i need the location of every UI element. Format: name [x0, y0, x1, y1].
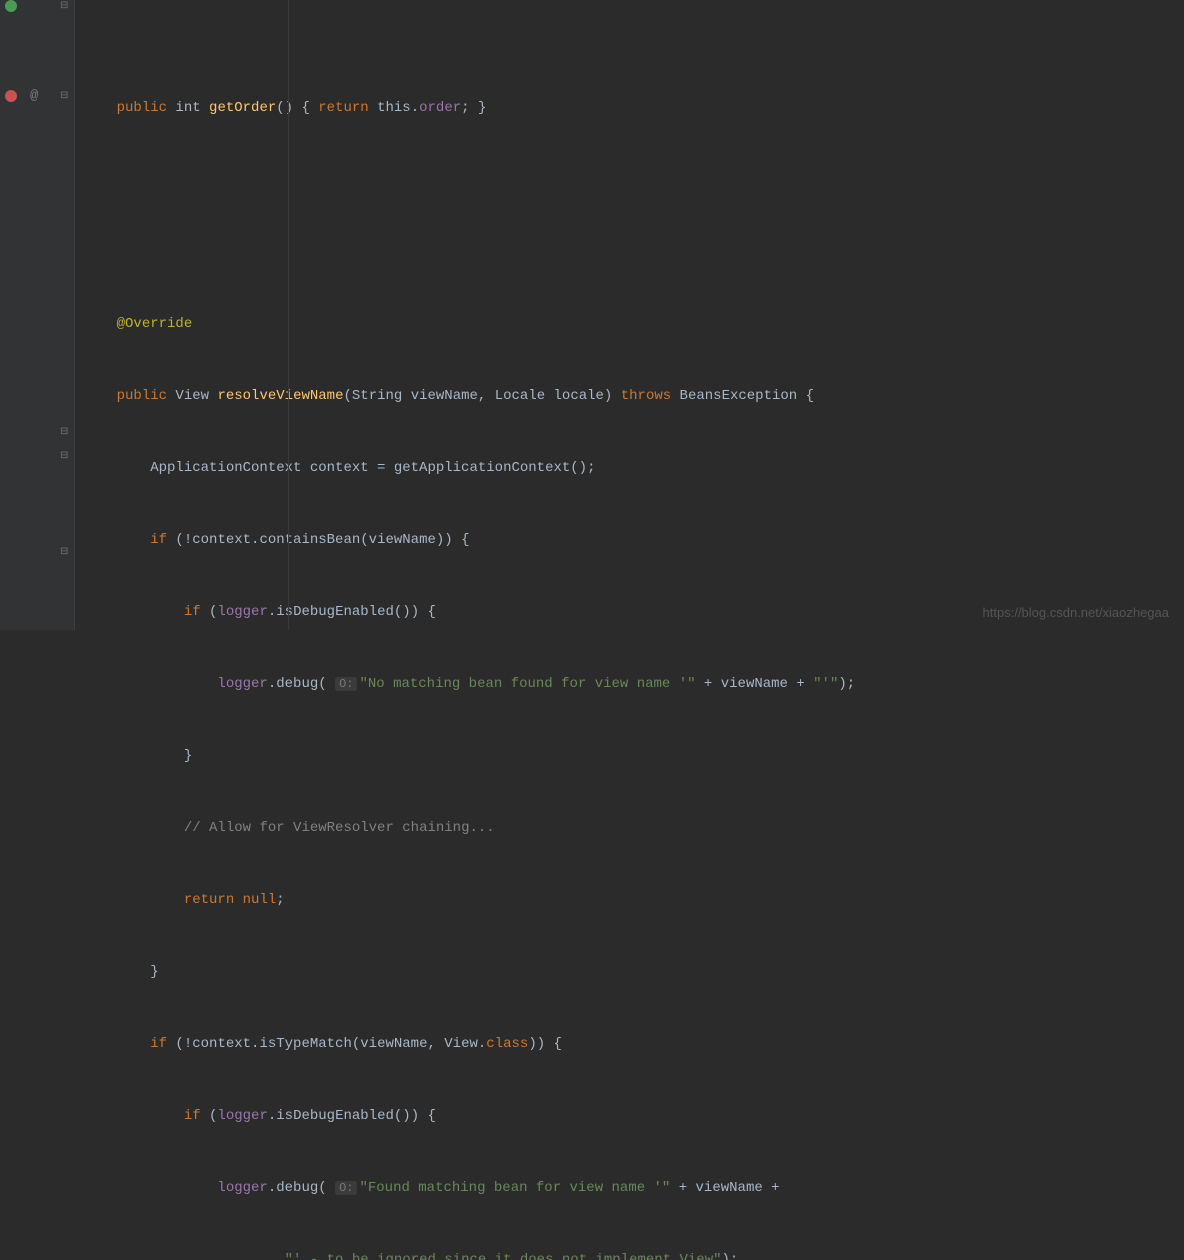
code-line	[83, 240, 1176, 264]
code-line: "' - to be ignored since it does not imp…	[83, 1248, 1176, 1260]
indent-guide	[288, 0, 289, 630]
override-annotation-icon[interactable]: @	[30, 88, 38, 104]
code-line: return null;	[83, 888, 1176, 912]
param-hint: O:	[335, 1181, 357, 1195]
code-line: @Override	[83, 312, 1176, 336]
code-line: // Allow for ViewResolver chaining...	[83, 816, 1176, 840]
code-content[interactable]: public int getOrder() { return this.orde…	[75, 0, 1184, 630]
watermark: https://blog.csdn.net/xiaozhegaa	[983, 605, 1169, 620]
code-line: logger.debug( O:"Found matching bean for…	[83, 1176, 1176, 1200]
fold-marker[interactable]: ⊟	[60, 450, 68, 462]
code-line: if (!context.isTypeMatch(viewName, View.…	[83, 1032, 1176, 1056]
code-line	[83, 168, 1176, 192]
fold-marker[interactable]: ⊟	[60, 546, 68, 558]
editor-gutter: ⊟ @ ⊟ ⊟ ⊟ ⊟	[0, 0, 75, 630]
override-up-icon	[5, 90, 17, 102]
fold-marker[interactable]: ⊟	[60, 0, 68, 12]
fold-marker[interactable]: ⊟	[60, 426, 68, 438]
code-line: if (!context.containsBean(viewName)) {	[83, 528, 1176, 552]
code-line: logger.debug( O:"No matching bean found …	[83, 672, 1176, 696]
gutter-marker-override[interactable]	[5, 90, 17, 102]
run-icon	[5, 0, 17, 12]
code-line: ApplicationContext context = getApplicat…	[83, 456, 1176, 480]
code-editor: ⊟ @ ⊟ ⊟ ⊟ ⊟ public int getOrder() { retu…	[0, 0, 1184, 630]
code-line: }	[83, 744, 1176, 768]
gutter-marker-run[interactable]	[5, 0, 17, 12]
code-line: public View resolveViewName(String viewN…	[83, 384, 1176, 408]
fold-marker[interactable]: ⊟	[60, 90, 68, 102]
code-line: if (logger.isDebugEnabled()) {	[83, 1104, 1176, 1128]
param-hint: O:	[335, 677, 357, 691]
code-line: public int getOrder() { return this.orde…	[83, 96, 1176, 120]
code-line: }	[83, 960, 1176, 984]
